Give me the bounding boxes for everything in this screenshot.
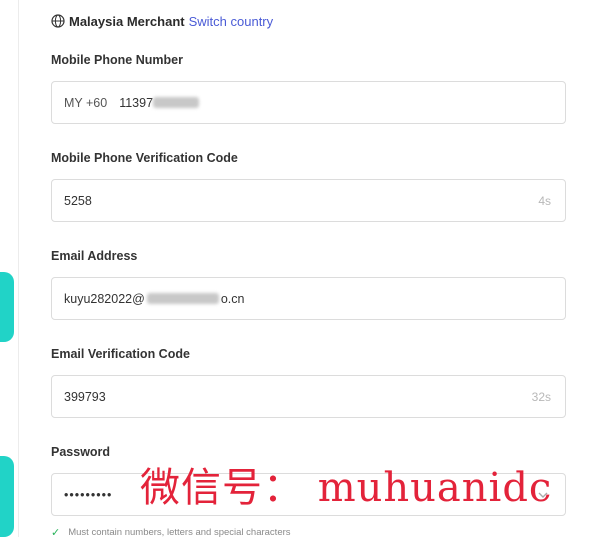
password-value: ••••••••• xyxy=(64,487,113,502)
country-code-prefix[interactable]: MY +60 xyxy=(64,96,107,110)
decorative-teal-shape xyxy=(0,456,14,537)
phone-code-label: Mobile Phone Verification Code xyxy=(51,151,238,165)
redacted-phone-digits xyxy=(153,97,200,108)
phone-code-timer: 4s xyxy=(538,193,551,208)
phone-input[interactable]: MY +60 11397 xyxy=(51,81,566,124)
email-code-timer: 32s xyxy=(531,389,551,404)
phone-value: 11397 xyxy=(119,95,154,110)
email-value-start: kuyu282022@ xyxy=(64,291,145,306)
watermark-text: 微信号： muhuanidc xyxy=(140,465,553,511)
email-code-input[interactable]: 399793 32s xyxy=(51,375,566,418)
email-code-label: Email Verification Code xyxy=(51,347,190,361)
password-hint: ✓ Must contain numbers, letters and spec… xyxy=(51,526,291,539)
email-value-end: o.cn xyxy=(220,291,245,306)
globe-icon xyxy=(51,14,65,28)
check-icon: ✓ xyxy=(51,527,61,539)
password-label: Password xyxy=(51,445,111,459)
email-label: Email Address xyxy=(51,249,138,263)
switch-country-link[interactable]: Switch country xyxy=(189,14,274,29)
country-selector: Malaysia Merchant Switch country xyxy=(51,11,273,31)
redacted-email-domain xyxy=(146,293,219,304)
email-input[interactable]: kuyu282022@ o.cn xyxy=(51,277,566,320)
card-left-edge xyxy=(18,0,19,537)
phone-code-value: 5258 xyxy=(64,193,92,208)
decorative-teal-shape xyxy=(0,272,14,342)
phone-label: Mobile Phone Number xyxy=(51,53,183,67)
email-code-value: 399793 xyxy=(64,389,106,404)
country-label: Malaysia Merchant xyxy=(69,13,185,29)
phone-code-input[interactable]: 5258 4s xyxy=(51,179,566,222)
password-hint-text: Must contain numbers, letters and specia… xyxy=(68,527,291,538)
